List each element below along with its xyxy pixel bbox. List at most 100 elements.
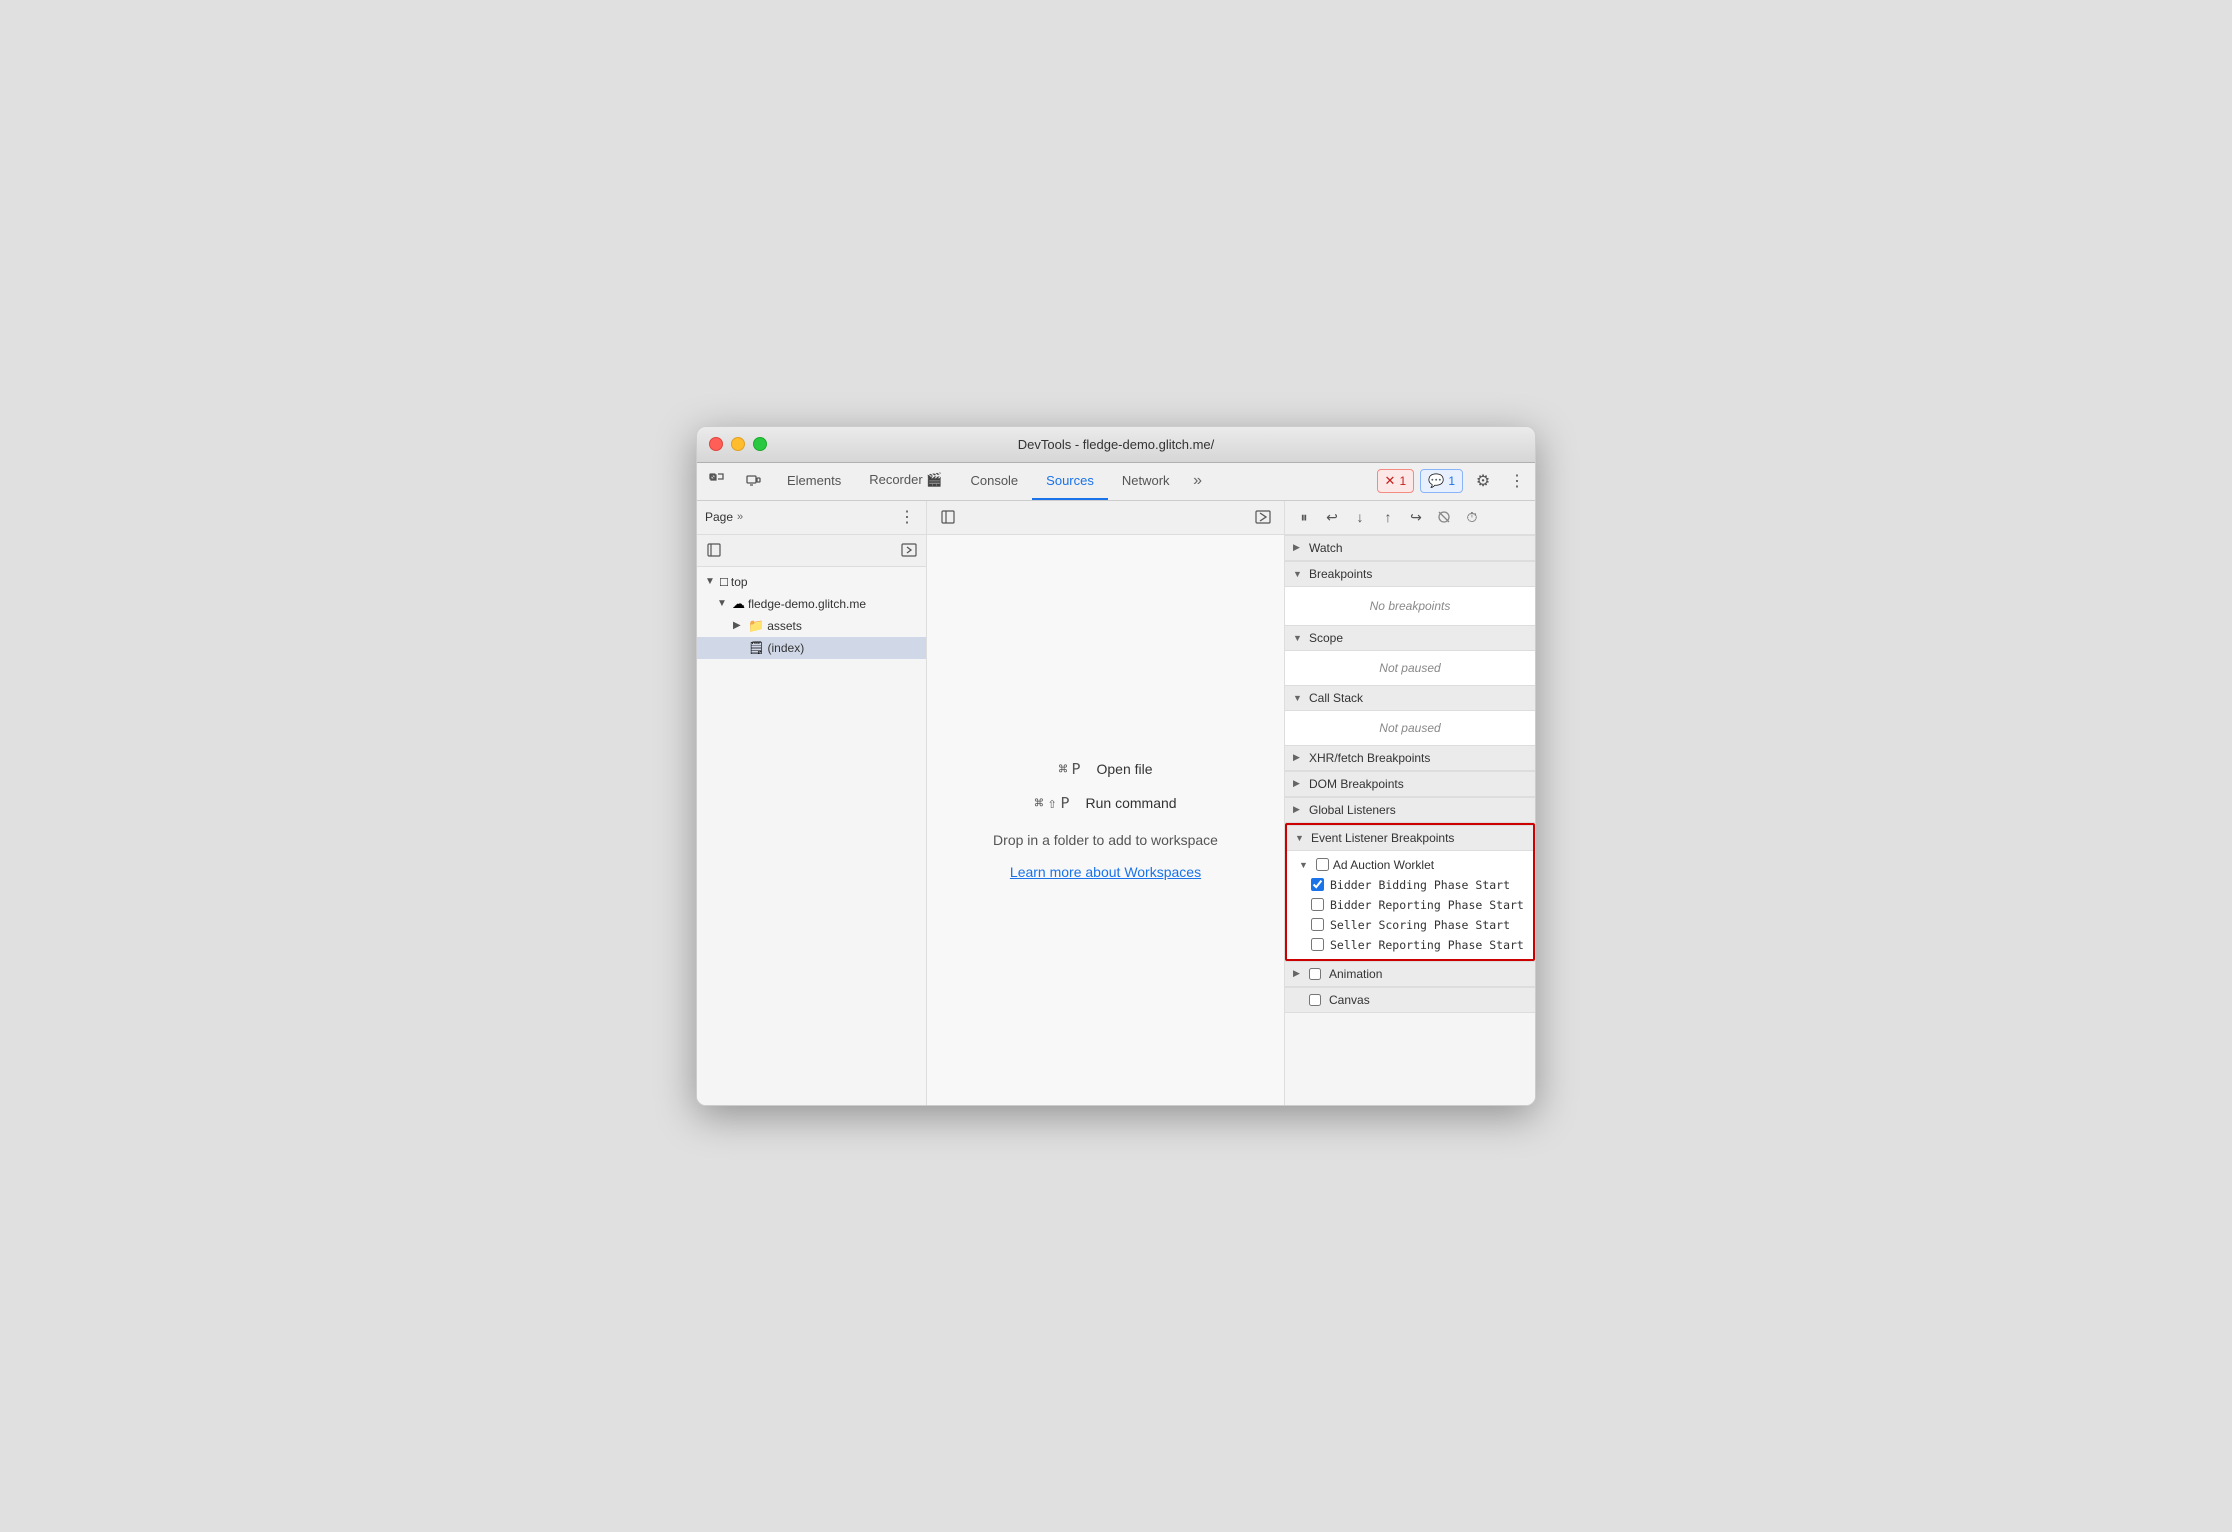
cmd-symbol: ⌘: [1058, 760, 1067, 778]
ad-auction-worklet-checkbox[interactable]: [1316, 858, 1329, 871]
bidder-reporting-phase-row: Bidder Reporting Phase Start: [1287, 895, 1533, 915]
resume-script-button[interactable]: [1250, 504, 1276, 530]
run-command-shortcut: ⌘ ⇧ P Run command: [1034, 794, 1176, 812]
tab-recorder[interactable]: Recorder 🎬: [855, 462, 956, 500]
breakpoints-section-header[interactable]: ▼ Breakpoints: [1285, 561, 1535, 587]
seller-scoring-phase-row: Seller Scoring Phase Start: [1287, 915, 1533, 935]
seller-scoring-phase-label: Seller Scoring Phase Start: [1330, 918, 1510, 932]
step-over-button[interactable]: ↩: [1319, 504, 1345, 530]
dom-breakpoints-section-header[interactable]: ▶ DOM Breakpoints: [1285, 771, 1535, 797]
step-into-button[interactable]: ↓: [1347, 504, 1373, 530]
event-listener-label: Event Listener Breakpoints: [1311, 831, 1454, 845]
run-snippet-button[interactable]: [896, 537, 922, 563]
arrow-right-icon: ▶: [733, 620, 745, 631]
watch-section-header[interactable]: ▶ Watch: [1285, 535, 1535, 561]
call-stack-content: Not paused: [1285, 711, 1535, 745]
devtools-window: DevTools - fledge-demo.glitch.me/ Elemen…: [696, 426, 1536, 1107]
tree-label: top: [731, 575, 748, 589]
file-tree: ▼ □ top ▼ ☁ fledge-demo.glitch.me ▶ 📁 as…: [697, 567, 926, 1106]
settings-icon[interactable]: ⚙: [1469, 467, 1497, 495]
call-stack-label: Call Stack: [1309, 691, 1363, 705]
info-icon: 💬: [1428, 473, 1444, 489]
seller-reporting-phase-row: Seller Reporting Phase Start: [1287, 935, 1533, 955]
tab-console[interactable]: Console: [956, 462, 1032, 500]
pause-on-exceptions-button[interactable]: ⏱: [1459, 504, 1485, 530]
dom-arrow-icon: ▶: [1293, 778, 1305, 789]
seller-reporting-phase-checkbox[interactable]: [1311, 938, 1324, 951]
bidder-bidding-phase-row: Bidder Bidding Phase Start: [1287, 875, 1533, 895]
pause-button[interactable]: ⏸: [1291, 504, 1317, 530]
event-listener-breakpoints-section-header[interactable]: ▼ Event Listener Breakpoints: [1287, 825, 1533, 851]
close-button[interactable]: [709, 437, 723, 451]
canvas-checkbox[interactable]: [1309, 994, 1321, 1006]
middle-panel: ⌘ P Open file ⌘ ⇧ P Run command Drop in …: [927, 501, 1285, 1106]
sidebar-menu-button[interactable]: ⋮: [896, 506, 918, 528]
step-out-button[interactable]: ↑: [1375, 504, 1401, 530]
info-badge[interactable]: 💬 1: [1420, 469, 1463, 493]
shift-symbol: ⇧: [1047, 794, 1056, 812]
right-panel: ⏸ ↩ ↓ ↑ ↪ ⏱ ▶ Watch ▼: [1285, 501, 1535, 1106]
learn-workspaces-link[interactable]: Learn more about Workspaces: [1010, 864, 1201, 880]
xhr-breakpoints-section-header[interactable]: ▶ XHR/fetch Breakpoints: [1285, 745, 1535, 771]
step-button[interactable]: ↪: [1403, 504, 1429, 530]
call-stack-section-header[interactable]: ▼ Call Stack: [1285, 685, 1535, 711]
animation-checkbox[interactable]: [1309, 968, 1321, 980]
scope-content: Not paused: [1285, 651, 1535, 685]
tabbar-right: ✕ 1 💬 1 ⚙ ⋮: [1377, 467, 1531, 495]
toggle-sidebar-button[interactable]: [701, 537, 727, 563]
p-key: P: [1071, 760, 1080, 778]
no-breakpoints-text: No breakpoints: [1285, 591, 1535, 621]
dom-label: DOM Breakpoints: [1309, 777, 1404, 791]
tree-item-top[interactable]: ▼ □ top: [697, 571, 926, 593]
canvas-section-header[interactable]: ▶ Canvas: [1285, 987, 1535, 1013]
global-listeners-label: Global Listeners: [1309, 803, 1396, 817]
cloud-icon: ☁: [732, 596, 745, 612]
bidder-bidding-phase-checkbox[interactable]: [1311, 878, 1324, 891]
tree-item-index[interactable]: 🗒 (index): [697, 637, 926, 659]
toggle-sources-sidebar-button[interactable]: [935, 504, 961, 530]
breakpoints-content: No breakpoints: [1285, 587, 1535, 625]
bidder-reporting-phase-checkbox[interactable]: [1311, 898, 1324, 911]
scope-section-header[interactable]: ▼ Scope: [1285, 625, 1535, 651]
tree-item-domain[interactable]: ▼ ☁ fledge-demo.glitch.me: [697, 593, 926, 615]
tab-elements[interactable]: Elements: [773, 462, 855, 500]
minimize-button[interactable]: [731, 437, 745, 451]
inspector-icon[interactable]: [701, 465, 733, 497]
debugger-toolbar: ⏸ ↩ ↓ ↑ ↪ ⏱: [1285, 501, 1535, 535]
more-options-icon[interactable]: ⋮: [1503, 467, 1531, 495]
event-listener-arrow-icon: ▼: [1295, 833, 1307, 843]
drop-text: Drop in a folder to add to workspace: [993, 832, 1218, 848]
animation-section-header[interactable]: ▶ Animation: [1285, 961, 1535, 987]
maximize-button[interactable]: [753, 437, 767, 451]
animation-label: Animation: [1329, 967, 1382, 981]
tab-network[interactable]: Network: [1108, 462, 1184, 500]
sidebar-right-area: [896, 537, 922, 563]
device-toolbar-icon[interactable]: [737, 465, 769, 497]
deactivate-breakpoints-button[interactable]: [1431, 504, 1457, 530]
middle-toolbar: [927, 501, 1284, 535]
seller-scoring-phase-checkbox[interactable]: [1311, 918, 1324, 931]
more-tabs-button[interactable]: »: [1184, 465, 1212, 497]
seller-reporting-phase-label: Seller Reporting Phase Start: [1330, 938, 1524, 952]
domain-label: fledge-demo.glitch.me: [748, 597, 866, 611]
run-command-label: Run command: [1086, 795, 1177, 811]
error-badge[interactable]: ✕ 1: [1377, 469, 1415, 493]
breakpoints-label: Breakpoints: [1309, 567, 1372, 581]
animation-arrow-icon: ▶: [1293, 968, 1305, 979]
window-title: DevTools - fledge-demo.glitch.me/: [1018, 437, 1215, 452]
global-listeners-section-header[interactable]: ▶ Global Listeners: [1285, 797, 1535, 823]
xhr-label: XHR/fetch Breakpoints: [1309, 751, 1430, 765]
scope-label: Scope: [1309, 631, 1343, 645]
arrow-down-icon: ▼: [705, 576, 717, 587]
scope-arrow-icon: ▼: [1293, 633, 1305, 643]
ad-auction-worklet-header[interactable]: ▼ Ad Auction Worklet: [1287, 855, 1533, 875]
assets-label: assets: [767, 619, 802, 633]
tab-sources[interactable]: Sources: [1032, 462, 1108, 500]
event-listener-breakpoints-highlight: ▼ Event Listener Breakpoints ▼ Ad Auctio…: [1285, 823, 1535, 961]
titlebar: DevTools - fledge-demo.glitch.me/: [697, 427, 1535, 463]
tree-item-assets[interactable]: ▶ 📁 assets: [697, 615, 926, 637]
open-file-keys: ⌘ P: [1058, 760, 1080, 778]
p-key2: P: [1060, 794, 1069, 812]
cmd-symbol2: ⌘: [1034, 794, 1043, 812]
error-icon: ✕: [1385, 473, 1396, 489]
